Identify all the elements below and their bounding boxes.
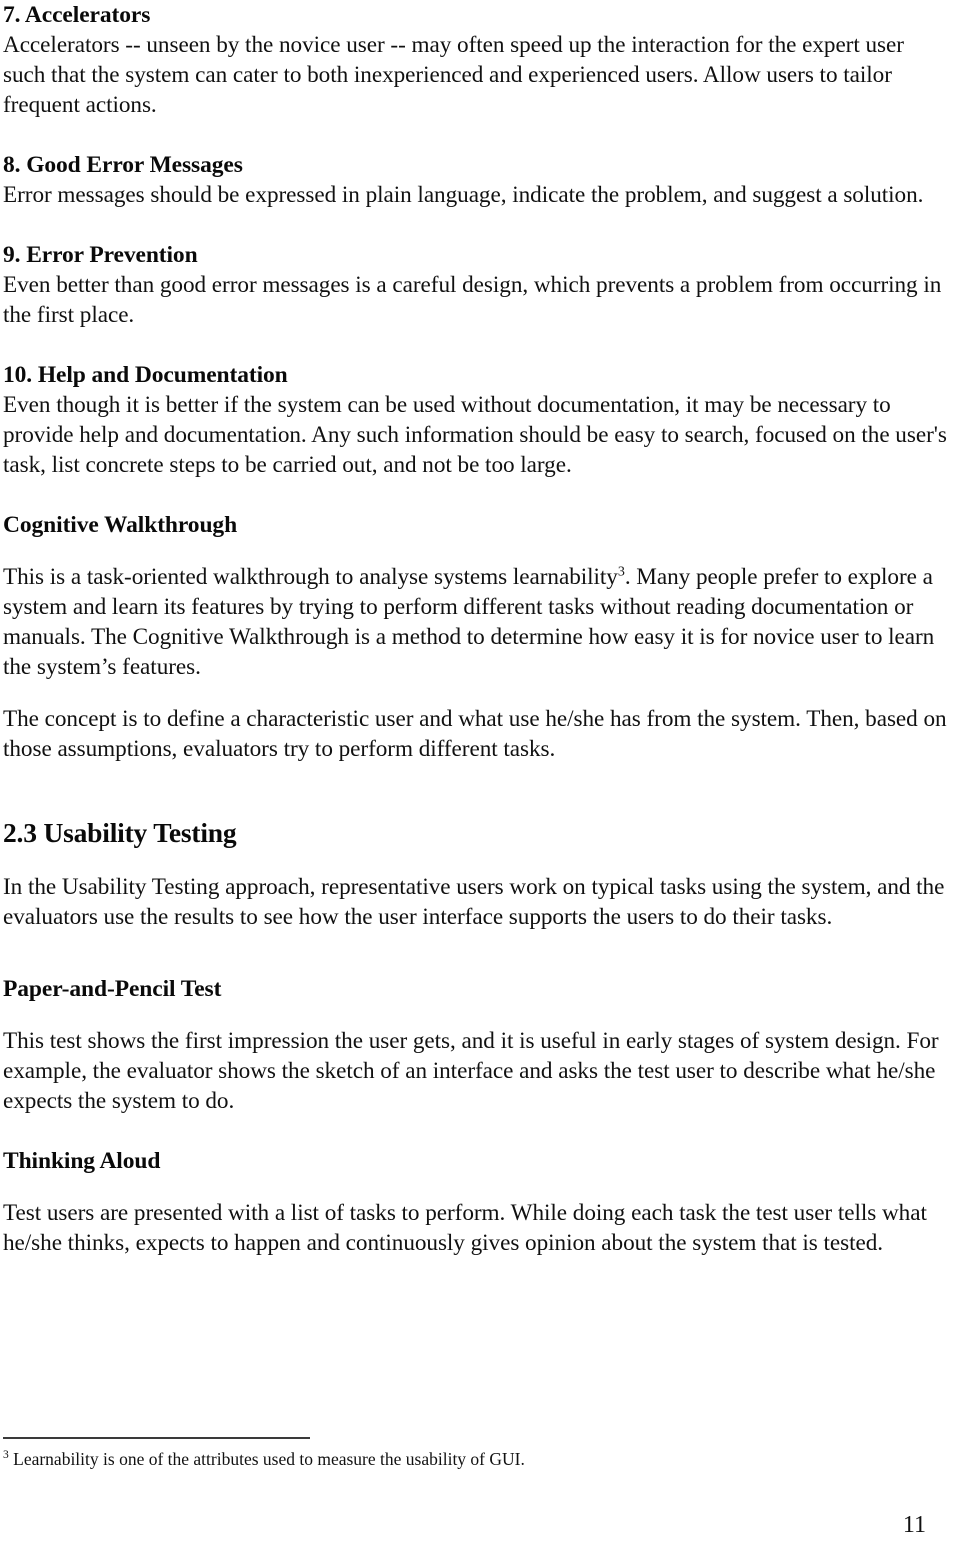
heading-good-error-messages: 8. Good Error Messages xyxy=(3,152,243,178)
page-body-content: 7. Accelerators Accelerators -- unseen b… xyxy=(3,0,951,1258)
footnote-text: 3 Learnability is one of the attributes … xyxy=(3,1447,951,1471)
footnote-reference-marker[interactable]: 3 xyxy=(618,564,625,579)
paragraph-good-error-messages: Error messages should be expressed in pl… xyxy=(3,182,924,208)
paragraph-usability-testing: In the Usability Testing approach, repre… xyxy=(3,874,945,930)
paragraph-error-prevention: Even better than good error messages is … xyxy=(3,272,942,328)
heading-help-and-documentation: 10. Help and Documentation xyxy=(3,362,288,388)
paragraph-text-before-footnote-ref: This is a task-oriented walkthrough to a… xyxy=(3,564,618,590)
heading-accelerators: 7. Accelerators xyxy=(3,2,151,28)
document-page: 7. Accelerators Accelerators -- unseen b… xyxy=(0,0,960,1543)
footnote-separator-rule xyxy=(3,1437,310,1439)
footnote-area: 3 Learnability is one of the attributes … xyxy=(3,1437,951,1471)
paragraph-paper-and-pencil-test: This test shows the first impression the… xyxy=(3,1028,939,1114)
heading-error-prevention: 9. Error Prevention xyxy=(3,242,198,268)
paragraph-cognitive-walkthrough-1: This is a task-oriented walkthrough to a… xyxy=(3,562,951,682)
page-number: 11 xyxy=(902,1512,926,1538)
paragraph-accelerators: Accelerators -- unseen by the novice use… xyxy=(3,32,904,118)
heading-usability-testing: 2.3 Usability Testing xyxy=(3,817,237,848)
paragraph-thinking-aloud: Test users are presented with a list of … xyxy=(3,1200,927,1256)
heading-thinking-aloud: Thinking Aloud xyxy=(3,1148,161,1174)
paragraph-help-and-documentation: Even though it is better if the system c… xyxy=(3,392,947,478)
footnote-body: Learnability is one of the attributes us… xyxy=(13,1449,525,1469)
paragraph-cognitive-walkthrough-2: The concept is to define a characteristi… xyxy=(3,706,947,762)
footnote-marker: 3 xyxy=(3,1449,9,1462)
heading-paper-and-pencil-test: Paper-and-Pencil Test xyxy=(3,976,222,1002)
heading-cognitive-walkthrough: Cognitive Walkthrough xyxy=(3,512,238,538)
